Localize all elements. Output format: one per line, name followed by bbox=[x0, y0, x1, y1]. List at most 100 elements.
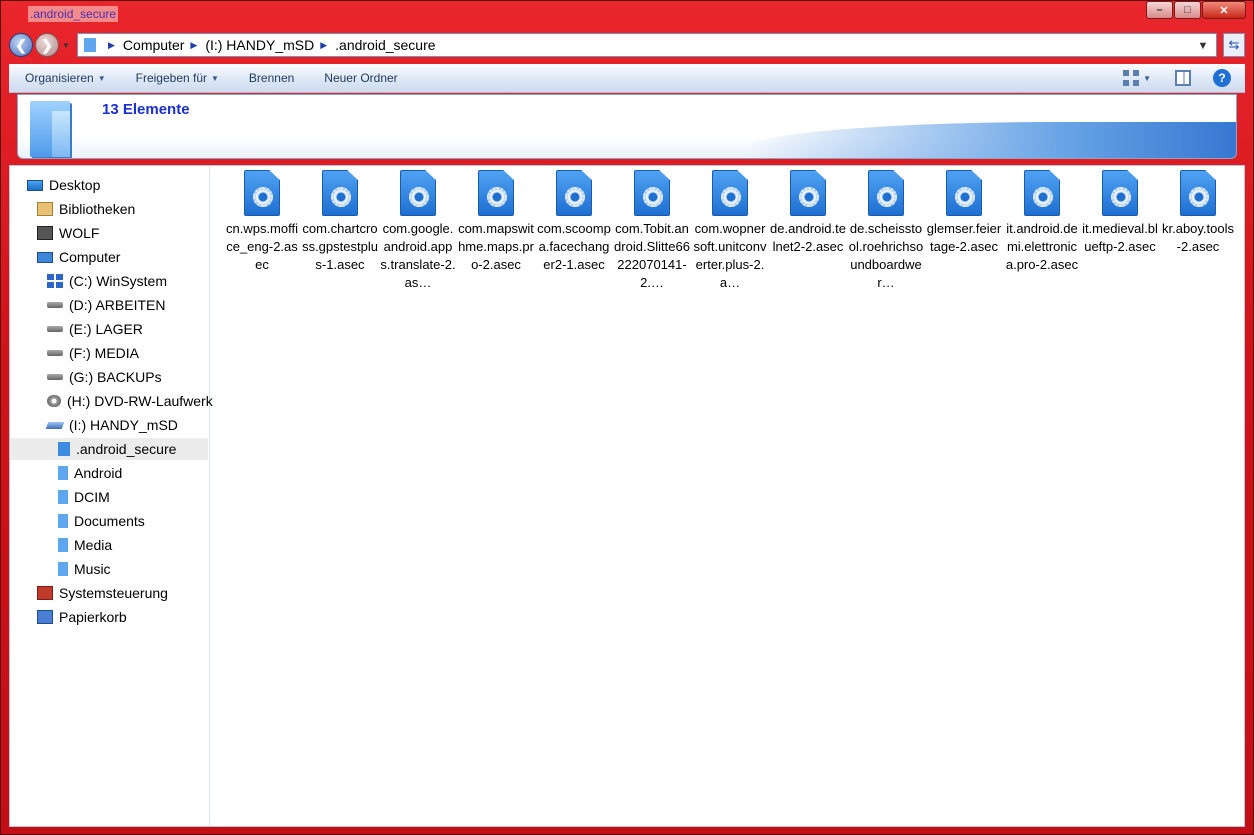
new-folder-button[interactable]: Neuer Ordner bbox=[324, 71, 397, 85]
nav-item-label: Android bbox=[74, 465, 123, 481]
nav-item-drive-g[interactable]: (G:) BACKUPs bbox=[47, 366, 162, 388]
asec-file-icon bbox=[946, 170, 982, 216]
file-name: glemser.feiertage-2.asec bbox=[926, 221, 1002, 254]
file-item[interactable]: com.mapswithme.maps.pro-2.asec bbox=[458, 170, 534, 274]
nav-item-desktop[interactable]: Desktop bbox=[27, 174, 100, 196]
file-item[interactable]: com.google.android.apps.translate-2.as… bbox=[380, 170, 456, 292]
share-button[interactable]: Freigeben für ▼ bbox=[136, 71, 219, 85]
decorative-swoosh bbox=[746, 122, 1236, 158]
folder-icon bbox=[58, 514, 68, 528]
file-item[interactable]: com.chartcross.gpstestplus-1.asec bbox=[302, 170, 378, 274]
nav-item-label: Documents bbox=[74, 513, 145, 529]
file-name: it.android.demi.elettronica.pro-2.asec bbox=[1005, 221, 1079, 272]
organize-button[interactable]: Organisieren ▼ bbox=[25, 71, 106, 85]
nav-item-label: (F:) MEDIA bbox=[69, 345, 139, 361]
folder-icon bbox=[58, 466, 68, 480]
asec-file-icon bbox=[712, 170, 748, 216]
toolbar-right: ▼ ? bbox=[1123, 69, 1231, 87]
asec-file-icon bbox=[868, 170, 904, 216]
user-folder-icon bbox=[37, 226, 53, 240]
nav-item-drive-c[interactable]: (C:) WinSystem bbox=[47, 270, 167, 292]
recycle-bin-icon bbox=[37, 610, 53, 624]
nav-buttons: ❮ ❯ ▼ bbox=[9, 32, 75, 58]
breadcrumb-computer[interactable]: Computer bbox=[123, 37, 184, 53]
nav-item-dcim[interactable]: DCIM bbox=[58, 486, 110, 508]
file-item[interactable]: it.medieval.blueftp-2.asec bbox=[1082, 170, 1158, 256]
file-item[interactable]: de.android.telnet2-2.asec bbox=[770, 170, 846, 256]
nav-item-drive-e[interactable]: (E:) LAGER bbox=[47, 318, 143, 340]
breadcrumb-current[interactable]: .android_secure bbox=[335, 37, 435, 53]
nav-item-media[interactable]: Media bbox=[58, 534, 112, 556]
hard-drive-icon bbox=[47, 302, 63, 308]
window-title: .android_secure bbox=[28, 6, 119, 22]
nav-item-label: (G:) BACKUPs bbox=[69, 369, 162, 385]
address-dropdown-icon[interactable]: ▼ bbox=[1192, 36, 1214, 56]
maximize-button[interactable]: □ bbox=[1174, 1, 1201, 19]
back-arrow-icon: ❮ bbox=[15, 36, 27, 53]
file-name: com.wopnersoft.unitconverter.plus-2.a… bbox=[693, 221, 767, 290]
details-panel: 13 Elemente bbox=[17, 94, 1237, 159]
nav-item-control-panel[interactable]: Systemsteuerung bbox=[37, 582, 168, 604]
breadcrumb-separator-icon[interactable]: ▶ bbox=[190, 40, 197, 51]
file-item[interactable]: glemser.feiertage-2.asec bbox=[926, 170, 1002, 256]
file-name: com.scoompa.facechanger2-1.asec bbox=[537, 221, 611, 272]
folder-icon bbox=[58, 562, 68, 576]
asec-file-icon bbox=[556, 170, 592, 216]
navigation-pane: Desktop Bibliotheken WOLF Computer (C:) … bbox=[10, 166, 213, 826]
help-icon[interactable]: ? bbox=[1213, 69, 1231, 87]
asec-file-icon bbox=[1024, 170, 1060, 216]
computer-icon bbox=[37, 251, 53, 263]
nav-item-label: .android_secure bbox=[76, 441, 177, 457]
nav-item-music[interactable]: Music bbox=[58, 558, 111, 580]
minimize-button[interactable]: – bbox=[1146, 1, 1173, 19]
file-item[interactable]: com.scoompa.facechanger2-1.asec bbox=[536, 170, 612, 274]
nav-item-label: Computer bbox=[59, 249, 121, 265]
nav-item-recycle-bin[interactable]: Papierkorb bbox=[37, 606, 127, 628]
folder-icon bbox=[58, 490, 68, 504]
hard-drive-icon bbox=[47, 374, 63, 380]
view-options-icon[interactable] bbox=[1123, 70, 1140, 86]
close-button[interactable]: ✕ bbox=[1202, 1, 1246, 19]
refresh-icon: ⇆ bbox=[1228, 37, 1240, 52]
nav-item-drive-f[interactable]: (F:) MEDIA bbox=[47, 342, 139, 364]
burn-button[interactable]: Brennen bbox=[249, 71, 294, 85]
preview-pane-icon[interactable] bbox=[1175, 70, 1191, 86]
nav-item-label: (C:) WinSystem bbox=[69, 273, 167, 289]
nav-item-user[interactable]: WOLF bbox=[37, 222, 99, 244]
refresh-button[interactable]: ⇆ bbox=[1223, 33, 1245, 57]
history-dropdown-icon[interactable]: ▼ bbox=[62, 41, 70, 50]
removable-drive-icon bbox=[45, 421, 65, 429]
organize-label: Organisieren bbox=[25, 71, 94, 85]
nav-item-computer[interactable]: Computer bbox=[37, 246, 120, 268]
asec-file-icon bbox=[478, 170, 514, 216]
back-button[interactable]: ❮ bbox=[9, 33, 33, 57]
burn-label: Brennen bbox=[248, 71, 295, 85]
nav-item-drive-d[interactable]: (D:) ARBEITEN bbox=[47, 294, 165, 316]
nav-item-drive-h[interactable]: (H:) DVD-RW-Laufwerk bbox=[47, 390, 213, 412]
file-item[interactable]: com.wopnersoft.unitconverter.plus-2.a… bbox=[692, 170, 768, 292]
folder-icon bbox=[84, 38, 96, 52]
main-content: Desktop Bibliotheken WOLF Computer (C:) … bbox=[9, 165, 1245, 827]
file-name: kr.aboy.tools-2.asec bbox=[1161, 221, 1235, 254]
file-name: de.android.telnet2-2.asec bbox=[770, 221, 846, 254]
asec-file-icon bbox=[322, 170, 358, 216]
breadcrumb-drive[interactable]: (I:) HANDY_mSD bbox=[205, 37, 314, 53]
file-item[interactable]: de.scheisstool.roehrichsoundboardwer… bbox=[848, 170, 924, 292]
nav-item-libraries[interactable]: Bibliotheken bbox=[37, 198, 135, 220]
nav-item-android-secure[interactable]: .android_secure bbox=[10, 438, 208, 460]
file-item[interactable]: it.android.demi.elettronica.pro-2.asec bbox=[1004, 170, 1080, 274]
breadcrumb-separator-icon[interactable]: ▶ bbox=[320, 40, 327, 51]
forward-button[interactable]: ❯ bbox=[35, 33, 59, 57]
nav-item-drive-i[interactable]: (I:) HANDY_mSD bbox=[45, 414, 178, 436]
breadcrumb-separator-icon[interactable]: ▶ bbox=[108, 40, 115, 51]
nav-item-documents[interactable]: Documents bbox=[58, 510, 145, 532]
file-name: com.chartcross.gpstestplus-1.asec bbox=[302, 221, 378, 272]
file-item[interactable]: com.Tobit.android.Slitte66222070141-2.… bbox=[614, 170, 690, 292]
chevron-down-icon: ▼ bbox=[97, 73, 106, 83]
chevron-down-icon[interactable]: ▼ bbox=[1143, 74, 1151, 83]
nav-item-android[interactable]: Android bbox=[58, 462, 122, 484]
file-item[interactable]: kr.aboy.tools-2.asec bbox=[1160, 170, 1236, 256]
file-item[interactable]: cn.wps.moffice_eng-2.asec bbox=[224, 170, 300, 274]
asec-file-icon bbox=[244, 170, 280, 216]
address-bar[interactable]: ▶ Computer ▶ (I:) HANDY_mSD ▶ .android_s… bbox=[77, 33, 1217, 57]
